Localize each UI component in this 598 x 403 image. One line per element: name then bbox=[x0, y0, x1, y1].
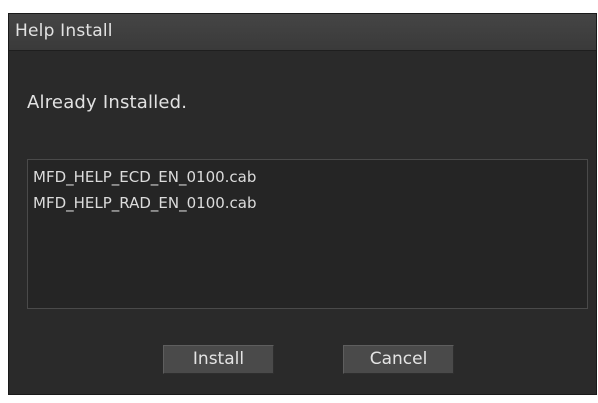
list-item[interactable]: MFD_HELP_RAD_EN_0100.cab bbox=[33, 194, 257, 212]
installed-files-list[interactable]: MFD_HELP_ECD_EN_0100.cab MFD_HELP_RAD_EN… bbox=[27, 159, 588, 309]
dialog-title: Help Install bbox=[15, 21, 113, 41]
install-button[interactable]: Install bbox=[163, 345, 274, 374]
status-message: Already Installed. bbox=[27, 92, 188, 113]
help-install-dialog: Help Install Already Installed. MFD_HELP… bbox=[8, 13, 597, 395]
list-item[interactable]: MFD_HELP_ECD_EN_0100.cab bbox=[33, 168, 256, 186]
cancel-button[interactable]: Cancel bbox=[343, 345, 454, 374]
dialog-titlebar[interactable]: Help Install bbox=[9, 14, 596, 51]
